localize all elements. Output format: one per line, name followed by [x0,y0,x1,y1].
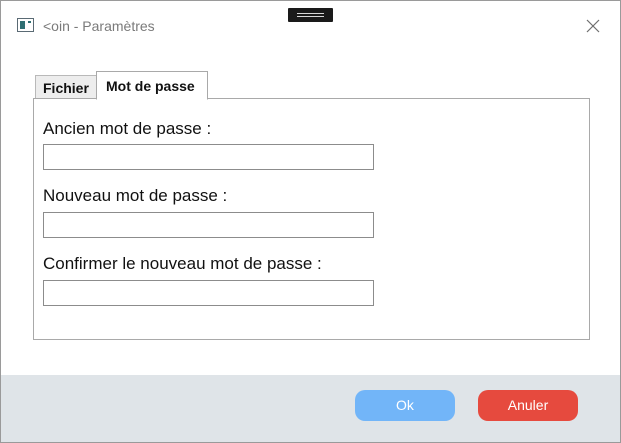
app-icon-dot [28,21,31,23]
window-title: <oin - Paramètres [43,18,155,34]
app-icon-pane [20,21,25,29]
close-button[interactable] [579,12,607,40]
drag-handle-line [297,13,324,14]
old-password-field[interactable] [43,144,374,170]
old-password-label: Ancien mot de passe : [43,119,212,138]
cancel-button[interactable]: Anuler [478,390,578,421]
app-window-icon [17,18,34,32]
close-icon [586,19,600,33]
tab-mot-de-passe[interactable]: Mot de passe [96,71,208,100]
new-password-field[interactable] [43,212,374,238]
settings-window: <oin - Paramètres Fichier Mot de passe A… [0,0,621,443]
drag-handle-line [297,16,324,17]
drag-handle-icon[interactable] [288,8,333,22]
tab-fichier[interactable]: Fichier [35,75,97,99]
ok-button[interactable]: Ok [355,390,455,421]
confirm-password-label: Confirmer le nouveau mot de passe : [43,254,322,273]
new-password-label: Nouveau mot de passe : [43,186,228,205]
confirm-password-field[interactable] [43,280,374,306]
